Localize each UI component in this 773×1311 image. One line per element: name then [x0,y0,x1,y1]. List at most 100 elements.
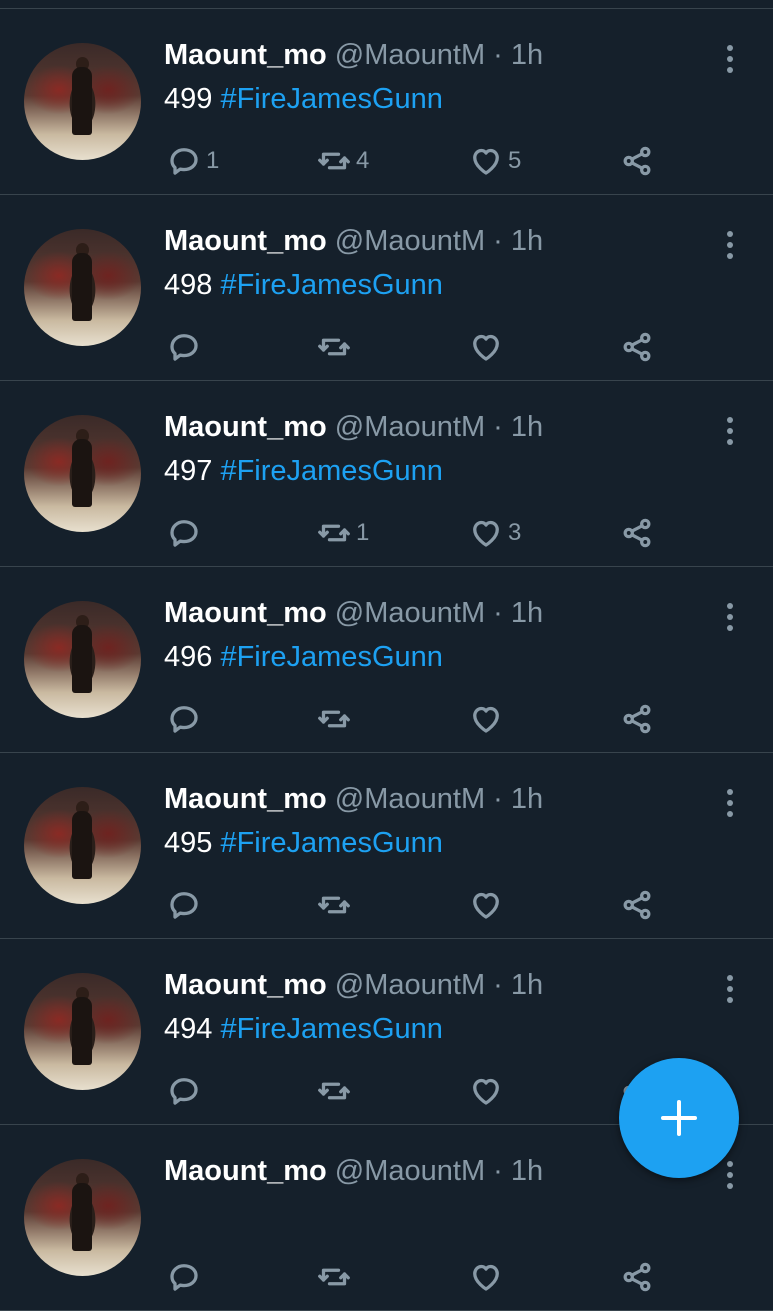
retweet-icon [318,338,350,356]
reply-button[interactable] [166,699,206,739]
more-vertical-icon [727,67,733,73]
more-options-button[interactable] [718,41,742,77]
timestamp[interactable]: 1h [511,1155,543,1187]
tweet[interactable]: Maount_mo @MaountM · 1h 496 #FireJamesGu… [0,567,773,753]
tweet-number: 494 [164,1013,213,1045]
like-button[interactable]: 5 [468,141,521,181]
separator-dot: · [493,225,503,257]
more-options-button[interactable] [718,1157,742,1193]
more-vertical-icon [727,231,733,237]
hashtag-link[interactable]: #FireJamesGunn [220,641,442,673]
chat-bubble-icon [170,706,198,733]
display-name[interactable]: Maount_mo [164,969,327,1001]
timestamp[interactable]: 1h [511,783,543,815]
avatar-person-body [72,439,92,507]
retweet-button[interactable] [316,885,356,925]
more-options-button[interactable] [718,413,742,449]
tweet-number: 499 [164,83,213,115]
more-vertical-icon [727,1161,733,1167]
chat-bubble-icon [170,1264,198,1291]
tweet-header: Maount_mo @MaountM · 1h [164,37,543,73]
more-options-button[interactable] [718,599,742,635]
like-button[interactable] [468,1257,508,1297]
share-button[interactable] [619,327,655,367]
timestamp[interactable]: 1h [511,969,543,1001]
retweet-button[interactable] [316,1257,356,1297]
user-handle[interactable]: @MaountM [335,1155,485,1187]
like-button[interactable] [468,327,508,367]
user-handle[interactable]: @MaountM [335,969,485,1001]
like-button[interactable] [468,699,508,739]
tweet-actions [0,699,773,739]
tweet-header: Maount_mo @MaountM · 1h [164,1153,543,1189]
like-count: 5 [508,147,522,174]
more-vertical-icon [727,625,733,631]
like-button[interactable] [468,1071,508,1111]
tweet-number: 498 [164,269,213,301]
heart-icon [473,1264,499,1291]
user-handle[interactable]: @MaountM [335,597,485,629]
share-button[interactable] [619,1257,655,1297]
more-options-button[interactable] [718,785,742,821]
reply-button[interactable] [166,1257,206,1297]
retweet-icon [318,896,350,914]
hashtag-link[interactable]: #FireJamesGunn [220,827,442,859]
reply-button[interactable] [166,513,206,553]
user-handle[interactable]: @MaountM [335,39,485,71]
tweet-number: 497 [164,455,213,487]
tweet-text: 494 #FireJamesGunn [164,1011,443,1047]
retweet-button[interactable]: 4 [316,141,369,181]
chat-bubble-icon [170,334,198,361]
share-button[interactable] [619,699,655,739]
display-name[interactable]: Maount_mo [164,1155,327,1187]
tweet-actions [0,327,773,367]
display-name[interactable]: Maount_mo [164,783,327,815]
reply-button[interactable] [166,885,206,925]
hashtag-link[interactable]: #FireJamesGunn [220,455,442,487]
retweet-button[interactable] [316,1071,356,1111]
timestamp[interactable]: 1h [511,39,543,71]
more-options-button[interactable] [718,971,742,1007]
display-name[interactable]: Maount_mo [164,597,327,629]
display-name[interactable]: Maount_mo [164,225,327,257]
display-name[interactable]: Maount_mo [164,39,327,71]
retweet-button[interactable]: 1 [316,513,369,553]
timestamp[interactable]: 1h [511,597,543,629]
tweet[interactable]: Maount_mo @MaountM · 1h 498 #FireJamesGu… [0,195,773,381]
user-handle[interactable]: @MaountM [335,783,485,815]
separator-dot: · [493,39,503,71]
share-button[interactable] [619,513,655,553]
more-options-button[interactable] [718,227,742,263]
more-vertical-icon [727,986,733,992]
hashtag-link[interactable]: #FireJamesGunn [220,83,442,115]
tweet-text: 497 #FireJamesGunn [164,453,443,489]
reply-button[interactable]: 1 [166,141,219,181]
like-button[interactable]: 3 [468,513,521,553]
tweet[interactable]: Maount_mo @MaountM · 1h 499 #FireJamesGu… [0,9,773,195]
reply-button[interactable] [166,1071,206,1111]
more-vertical-icon [727,789,733,795]
share-button[interactable] [619,141,655,181]
reply-button[interactable] [166,327,206,367]
more-vertical-icon [727,439,733,445]
more-vertical-icon [727,253,733,259]
timestamp[interactable]: 1h [511,225,543,257]
retweet-button[interactable] [316,327,356,367]
retweet-icon [318,1268,350,1286]
user-handle[interactable]: @MaountM [335,411,485,443]
hashtag-link[interactable]: #FireJamesGunn [220,1013,442,1045]
tweet-text: 498 #FireJamesGunn [164,267,443,303]
tweet[interactable]: Maount_mo @MaountM · 1h 497 #FireJamesGu… [0,381,773,567]
user-handle[interactable]: @MaountM [335,225,485,257]
like-button[interactable] [468,885,508,925]
display-name[interactable]: Maount_mo [164,411,327,443]
reply-count: 1 [206,147,220,174]
retweet-button[interactable] [316,699,356,739]
tweet-header: Maount_mo @MaountM · 1h [164,595,543,631]
tweet[interactable]: Maount_mo @MaountM · 1h 495 #FireJamesGu… [0,753,773,939]
hashtag-link[interactable]: #FireJamesGunn [220,269,442,301]
share-button[interactable] [619,885,655,925]
share-icon [623,518,651,548]
compose-tweet-button[interactable] [619,1058,739,1178]
timestamp[interactable]: 1h [511,411,543,443]
